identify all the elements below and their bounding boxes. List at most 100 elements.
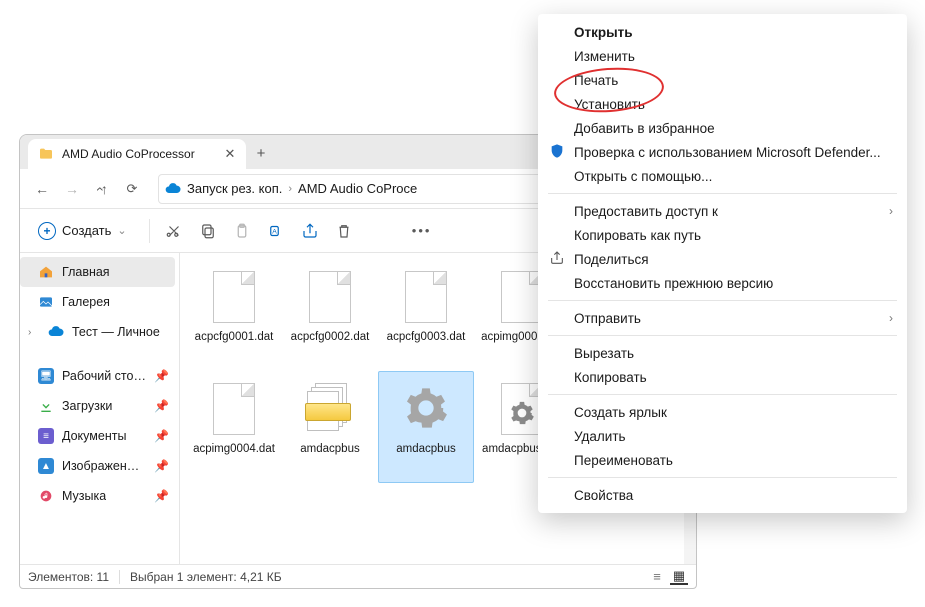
create-button[interactable]: + Создать ⌄ [30, 216, 135, 246]
breadcrumb-seg[interactable]: AMD Audio CoProce [298, 181, 417, 196]
tab-title: AMD Audio CoProcessor [62, 147, 214, 161]
download-icon [38, 398, 54, 414]
chevron-right-icon: › [288, 183, 292, 195]
context-menu: Открыть Изменить Печать Установить Добав… [538, 14, 907, 513]
sidebar-home[interactable]: Главная [20, 257, 175, 287]
file-item[interactable]: amdacpbus [378, 371, 474, 483]
file-icon [209, 266, 259, 328]
new-tab-button[interactable]: + [246, 139, 276, 169]
ctx-copy[interactable]: Копировать [538, 365, 907, 389]
status-count: Элементов: 11 [28, 570, 109, 584]
separator [548, 335, 897, 336]
tab-close-icon[interactable]: ✕ [222, 146, 238, 162]
file-item[interactable]: acpcfg0002.dat [282, 259, 378, 371]
file-label: amdacpbus [298, 440, 361, 456]
delete-button[interactable] [334, 221, 354, 241]
sidebar: Главная Галерея › Тест — Личное 🖥 Рабочи… [20, 253, 180, 564]
folder-icon [38, 146, 54, 162]
separator [149, 219, 150, 243]
file-icon [401, 378, 451, 440]
gallery-icon [38, 294, 54, 310]
file-icon [401, 266, 451, 328]
file-label: acpcfg0002.dat [289, 328, 372, 344]
separator [548, 300, 897, 301]
view-list-icon[interactable]: ≡ [648, 569, 666, 585]
chevron-down-icon: ⌄ [117, 224, 126, 237]
pictures-icon: ▲ [38, 458, 54, 474]
breadcrumb-seg[interactable]: Запуск рез. коп. [187, 181, 282, 196]
ctx-properties[interactable]: Свойства [538, 483, 907, 507]
sidebar-pictures[interactable]: ▲ Изображени… 📌 [20, 451, 175, 481]
svg-text:A: A [272, 228, 277, 235]
rename-button[interactable]: A [266, 221, 286, 241]
separator [119, 570, 120, 584]
file-icon [209, 378, 259, 440]
create-label: Создать [62, 223, 111, 238]
tab-active[interactable]: AMD Audio CoProcessor ✕ [28, 139, 246, 169]
cloud-icon [165, 181, 181, 197]
desktop-icon: 🖥 [38, 368, 54, 384]
expand-icon[interactable]: › [28, 327, 40, 338]
ctx-copypath[interactable]: Копировать как путь [538, 223, 907, 247]
file-icon [305, 266, 355, 328]
status-selection: Выбран 1 элемент: 4,21 КБ [130, 570, 282, 584]
pin-icon: 📌 [154, 459, 169, 473]
sidebar-music[interactable]: Музыка 📌 [20, 481, 175, 511]
sidebar-documents[interactable]: ≡ Документы 📌 [20, 421, 175, 451]
ctx-favorite[interactable]: Добавить в избранное [538, 116, 907, 140]
file-label: acpcfg0003.dat [385, 328, 468, 344]
more-button[interactable]: ••• [412, 221, 432, 241]
share-icon [548, 250, 566, 269]
status-bar: Элементов: 11 Выбран 1 элемент: 4,21 КБ … [20, 564, 696, 588]
view-grid-icon[interactable]: ▦ [670, 569, 688, 585]
ctx-share-access[interactable]: Предоставить доступ к› [538, 199, 907, 223]
nav-back-button[interactable]: ← [28, 175, 56, 203]
separator [548, 477, 897, 478]
shield-icon [548, 143, 566, 162]
separator [548, 193, 897, 194]
music-icon [38, 488, 54, 504]
ctx-shortcut[interactable]: Создать ярлык [538, 400, 907, 424]
file-item[interactable]: acpimg0004.dat [186, 371, 282, 483]
ctx-delete[interactable]: Удалить [538, 424, 907, 448]
file-label: amdacpbus [394, 440, 457, 456]
file-item[interactable]: acpcfg0001.dat [186, 259, 282, 371]
ctx-openwith[interactable]: Открыть с помощью... [538, 164, 907, 188]
file-item[interactable]: amdacpbus [282, 371, 378, 483]
pin-icon: 📌 [154, 369, 169, 383]
ctx-restore[interactable]: Восстановить прежнюю версию [538, 271, 907, 295]
chevron-right-icon: › [889, 204, 893, 218]
plus-icon: + [38, 222, 56, 240]
file-item[interactable]: acpcfg0003.dat [378, 259, 474, 371]
cut-button[interactable] [164, 221, 184, 241]
nav-refresh-button[interactable]: ⟳ [118, 175, 146, 203]
nav-up-button[interactable]: › ↑ [88, 175, 116, 203]
sidebar-desktop[interactable]: 🖥 Рабочий сто… 📌 [20, 361, 175, 391]
paste-button[interactable] [232, 221, 252, 241]
file-label: acpcfg0001.dat [193, 328, 276, 344]
separator [548, 394, 897, 395]
file-icon [305, 378, 355, 440]
pin-icon: 📌 [154, 399, 169, 413]
documents-icon: ≡ [38, 428, 54, 444]
sidebar-gallery[interactable]: Галерея [20, 287, 175, 317]
sidebar-onedrive[interactable]: › Тест — Личное [20, 317, 175, 347]
chevron-right-icon: › [889, 311, 893, 325]
copy-button[interactable] [198, 221, 218, 241]
ctx-share[interactable]: Поделиться [538, 247, 907, 271]
ctx-open[interactable]: Открыть [538, 20, 907, 44]
ctx-sendto[interactable]: Отправить› [538, 306, 907, 330]
pin-icon: 📌 [154, 429, 169, 443]
ctx-rename[interactable]: Переименовать [538, 448, 907, 472]
nav-forward-button[interactable]: → [58, 175, 86, 203]
file-label: acpimg0004.dat [191, 440, 277, 456]
sidebar-downloads[interactable]: Загрузки 📌 [20, 391, 175, 421]
cloud-icon [48, 324, 64, 340]
share-button[interactable] [300, 221, 320, 241]
ctx-cut[interactable]: Вырезать [538, 341, 907, 365]
ctx-edit[interactable]: Изменить [538, 44, 907, 68]
ctx-defender[interactable]: Проверка с использованием Microsoft Defe… [538, 140, 907, 164]
ctx-print[interactable]: Печать [538, 68, 907, 92]
pin-icon: 📌 [154, 489, 169, 503]
ctx-install[interactable]: Установить [538, 92, 907, 116]
